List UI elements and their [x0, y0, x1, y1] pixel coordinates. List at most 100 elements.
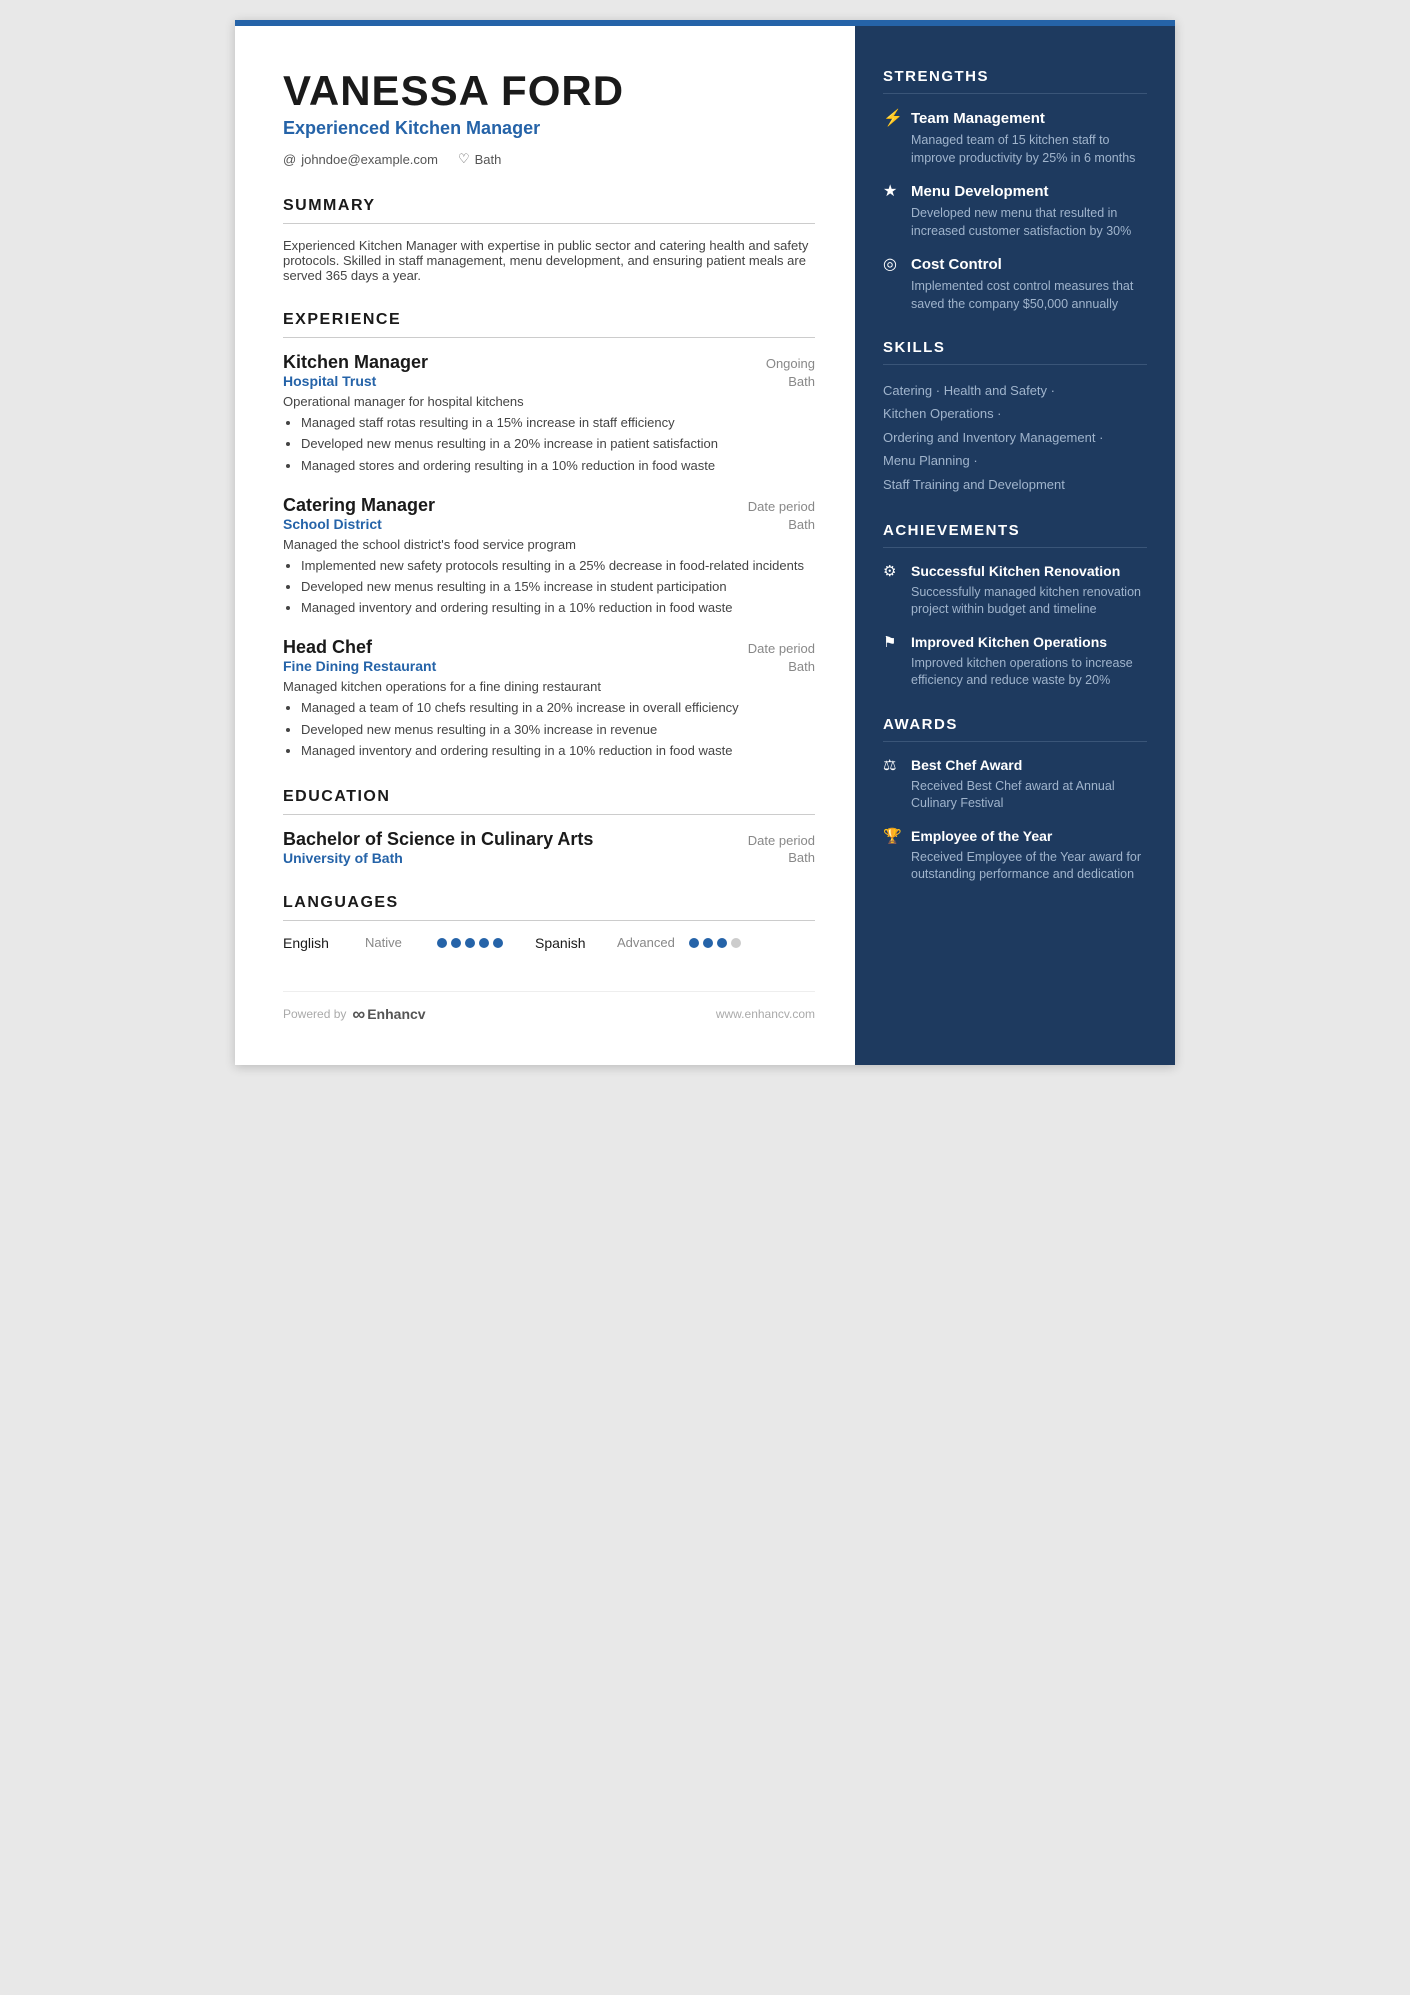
dot: [437, 938, 447, 948]
lang-spanish-dots: [689, 938, 741, 948]
trophy-icon: 🏆: [883, 827, 903, 845]
exp-header-3: Head Chef Date period: [283, 637, 815, 658]
exp-bullet-2-2: Developed new menus resulting in a 15% i…: [301, 578, 815, 596]
achievements-divider: [883, 547, 1147, 548]
exp-bullet-1-1: Managed staff rotas resulting in a 15% i…: [301, 414, 815, 432]
exp-bullets-2: Implemented new safety protocols resulti…: [283, 557, 815, 618]
exp-location-1: Bath: [788, 374, 815, 389]
languages-title: LANGUAGES: [283, 894, 815, 912]
email-value: johndoe@example.com: [301, 152, 438, 167]
candidate-title: Experienced Kitchen Manager: [283, 118, 815, 139]
edu-school: University of Bath: [283, 850, 403, 866]
header-section: VANESSA FORD Experienced Kitchen Manager…: [283, 68, 815, 167]
lang-english-level: Native: [365, 935, 425, 950]
exp-date-1: Ongoing: [766, 356, 815, 371]
experience-title: EXPERIENCE: [283, 311, 815, 329]
exp-location-2: Bath: [788, 517, 815, 532]
location-icon: ♡: [458, 151, 470, 167]
powered-by-text: Powered by: [283, 1007, 346, 1021]
exp-desc-3: Managed kitchen operations for a fine di…: [283, 679, 815, 694]
achievement-desc-2: Improved kitchen operations to increase …: [883, 655, 1147, 690]
lang-english-dots: [437, 938, 503, 948]
education-section: EDUCATION Bachelor of Science in Culinar…: [283, 788, 815, 866]
summary-section: SUMMARY Experienced Kitchen Manager with…: [283, 197, 815, 283]
dot: [717, 938, 727, 948]
strengths-title: STRENGTHS: [883, 68, 1147, 85]
exp-bullet-3-3: Managed inventory and ordering resulting…: [301, 742, 815, 760]
candidate-name: VANESSA FORD: [283, 68, 815, 114]
dot: [689, 938, 699, 948]
exp-bullet-3-2: Developed new menus resulting in a 30% i…: [301, 721, 815, 739]
brand-name: Enhancv: [367, 1006, 425, 1022]
email-contact: @ johndoe@example.com: [283, 151, 438, 167]
exp-bullet-1-2: Developed new menus resulting in a 20% i…: [301, 435, 815, 453]
wrench-icon: ⚙: [883, 562, 903, 580]
sidebar-column: STRENGTHS ⚡ Team Management Managed team…: [855, 20, 1175, 1065]
footer-website: www.enhancv.com: [716, 1007, 815, 1021]
edu-header: Bachelor of Science in Culinary Arts Dat…: [283, 829, 815, 850]
achievement-title-2: Improved Kitchen Operations: [911, 634, 1107, 650]
exp-title-2: Catering Manager: [283, 495, 435, 516]
skill-1: Catering · Health and Safety ·: [883, 379, 1147, 402]
strength-desc-1: Managed team of 15 kitchen staff to impr…: [883, 132, 1147, 167]
medal-icon: ⚖: [883, 756, 903, 774]
awards-section: AWARDS ⚖ Best Chef Award Received Best C…: [883, 716, 1147, 884]
languages-row: English Native Spanish Advanced: [283, 935, 815, 951]
dot: [465, 938, 475, 948]
strength-item-3: ◎ Cost Control Implemented cost control …: [883, 254, 1147, 313]
experience-divider: [283, 337, 815, 338]
achievements-section: ACHIEVEMENTS ⚙ Successful Kitchen Renova…: [883, 522, 1147, 690]
flag-icon: ⚑: [883, 633, 903, 651]
exp-company-1: Hospital Trust: [283, 373, 376, 389]
awards-divider: [883, 741, 1147, 742]
edu-sub: University of Bath Bath: [283, 850, 815, 866]
achievement-desc-1: Successfully managed kitchen renovation …: [883, 584, 1147, 619]
exp-bullet-2-1: Implemented new safety protocols resulti…: [301, 557, 815, 575]
strength-title-3: Cost Control: [911, 256, 1002, 273]
exp-bullet-3-1: Managed a team of 10 chefs resulting in …: [301, 699, 815, 717]
exp-location-3: Bath: [788, 659, 815, 674]
location-contact: ♡ Bath: [458, 151, 501, 167]
award-item-1: ⚖ Best Chef Award Received Best Chef awa…: [883, 756, 1147, 813]
email-icon: @: [283, 152, 296, 167]
award-title-2: Employee of the Year: [911, 828, 1052, 844]
dot: [479, 938, 489, 948]
achievement-title-1: Successful Kitchen Renovation: [911, 563, 1120, 579]
experience-section: EXPERIENCE Kitchen Manager Ongoing Hospi…: [283, 311, 815, 760]
main-column: VANESSA FORD Experienced Kitchen Manager…: [235, 20, 855, 1065]
exp-desc-1: Operational manager for hospital kitchen…: [283, 394, 815, 409]
coin-icon: ◎: [883, 254, 903, 274]
achievement-item-1: ⚙ Successful Kitchen Renovation Successf…: [883, 562, 1147, 619]
lang-spanish-level: Advanced: [617, 935, 677, 950]
exp-bullet-1-3: Managed stores and ordering resulting in…: [301, 457, 815, 475]
education-divider: [283, 814, 815, 815]
exp-header-2: Catering Manager Date period: [283, 495, 815, 516]
award-desc-1: Received Best Chef award at Annual Culin…: [883, 778, 1147, 813]
edu-degree: Bachelor of Science in Culinary Arts: [283, 829, 593, 850]
location-value: Bath: [475, 152, 502, 167]
exp-company-3: Fine Dining Restaurant: [283, 658, 436, 674]
skills-section: SKILLS Catering · Health and Safety · Ki…: [883, 339, 1147, 496]
exp-company-2: School District: [283, 516, 382, 532]
exp-sub-1: Hospital Trust Bath: [283, 373, 815, 394]
dot: [731, 938, 741, 948]
achievement-header-2: ⚑ Improved Kitchen Operations: [883, 633, 1147, 651]
lang-spanish-name: Spanish: [535, 935, 605, 951]
skills-title: SKILLS: [883, 339, 1147, 356]
award-header-2: 🏆 Employee of the Year: [883, 827, 1147, 845]
strength-title-1: Team Management: [911, 110, 1045, 127]
award-desc-2: Received Employee of the Year award for …: [883, 849, 1147, 884]
exp-item-1: Kitchen Manager Ongoing Hospital Trust B…: [283, 352, 815, 475]
skill-3: Ordering and Inventory Management ·: [883, 426, 1147, 449]
award-title-1: Best Chef Award: [911, 757, 1022, 773]
dot: [703, 938, 713, 948]
footer: Powered by ∞ Enhancv www.enhancv.com: [283, 991, 815, 1025]
strengths-divider: [883, 93, 1147, 94]
achievement-item-2: ⚑ Improved Kitchen Operations Improved k…: [883, 633, 1147, 690]
exp-title-3: Head Chef: [283, 637, 372, 658]
enhancv-logo: ∞ Enhancv: [352, 1004, 425, 1025]
strengths-section: STRENGTHS ⚡ Team Management Managed team…: [883, 68, 1147, 313]
exp-title-1: Kitchen Manager: [283, 352, 428, 373]
dot: [451, 938, 461, 948]
strength-desc-3: Implemented cost control measures that s…: [883, 278, 1147, 313]
